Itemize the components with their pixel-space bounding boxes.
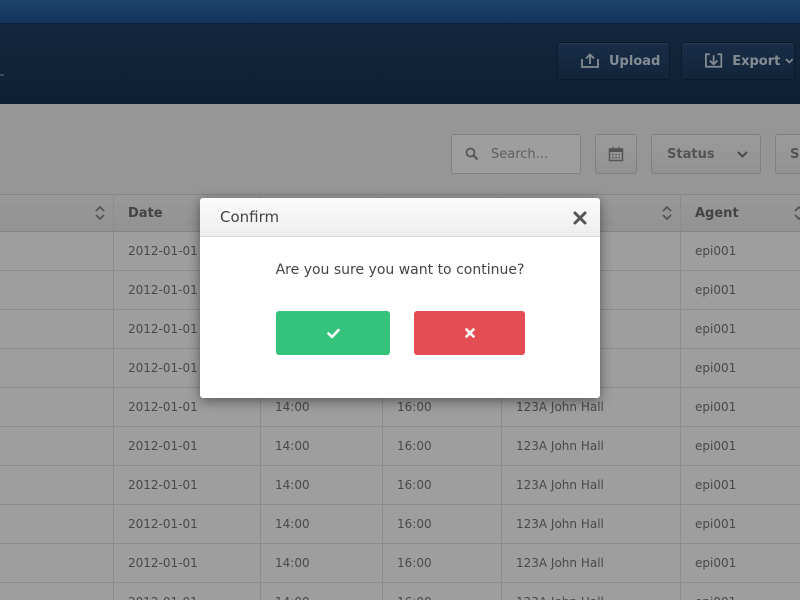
close-icon	[464, 328, 475, 338]
check-icon	[326, 328, 340, 338]
cancel-button[interactable]	[414, 311, 525, 355]
dialog-header: Confirm	[200, 198, 600, 237]
confirm-button[interactable]	[276, 311, 390, 355]
close-icon[interactable]	[572, 210, 588, 226]
dialog-message: Are you sure you want to continue?	[275, 262, 525, 278]
confirm-dialog: Confirm Are you sure you want to continu…	[200, 198, 600, 398]
dialog-title: Confirm	[220, 208, 280, 226]
